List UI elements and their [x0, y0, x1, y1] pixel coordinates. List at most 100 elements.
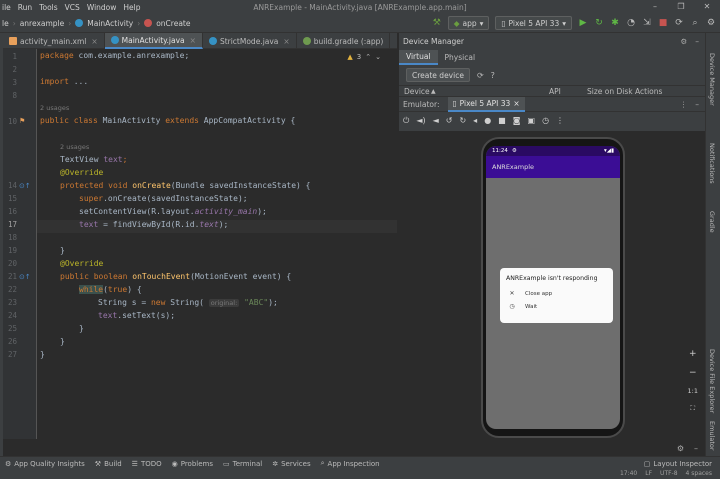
android-component-icon[interactable]: ⚑ — [19, 117, 25, 125]
indent-setting[interactable]: 4 spaces — [686, 470, 712, 477]
more-icon[interactable]: ⋮ — [680, 100, 688, 109]
minimize-panel-icon[interactable]: – — [695, 37, 699, 46]
column-api[interactable]: API — [549, 87, 561, 96]
menu-run[interactable]: Run — [18, 3, 32, 12]
run-icon[interactable]: ▶ — [578, 18, 588, 28]
minimize-panel-icon[interactable]: – — [695, 100, 699, 109]
inspection-widget[interactable]: ▲ 3 ⌃ ⌄ — [347, 53, 381, 61]
override-gutter-icon[interactable]: ⊙↑ — [19, 182, 31, 190]
volume-down-icon[interactable]: ◄ — [433, 116, 439, 125]
breadcrumb-item-module[interactable]: le — [2, 19, 9, 28]
android-icon: ◆ — [453, 18, 460, 28]
close-icon[interactable]: ✕ — [694, 0, 720, 14]
zoom-out-icon[interactable]: − — [689, 368, 697, 378]
settings-icon[interactable]: ⚙ — [706, 18, 716, 28]
camera-icon[interactable]: ◙ — [513, 116, 521, 125]
phone-screen[interactable]: 11:24 ⚙ ▾◢▮ ANRExample ANRExample isn't … — [486, 146, 620, 429]
home-icon[interactable]: ● — [484, 116, 491, 125]
settings-icon[interactable]: ⚙ — [681, 37, 688, 46]
menu-file[interactable]: ile — [2, 3, 11, 12]
power-icon[interactable]: ⏻ — [403, 116, 409, 126]
tool-build[interactable]: ⚒ Build — [90, 460, 127, 468]
back-icon[interactable]: ◂ — [473, 116, 477, 125]
device-manager-tool[interactable]: Device Manager — [708, 53, 716, 106]
minimize-icon[interactable]: – — [642, 0, 668, 14]
breadcrumb-item-class[interactable]: MainActivity — [87, 19, 133, 28]
settings-icon[interactable]: ⚙ — [677, 444, 684, 453]
close-icon: ✕ — [509, 290, 515, 297]
tab-build-gradle[interactable]: build.gradle (:app) — [297, 33, 391, 49]
debug-icon[interactable]: ✱ — [610, 18, 620, 28]
tab-strict-mode[interactable]: StrictMode.java × — [203, 33, 297, 49]
close-icon[interactable]: × — [91, 37, 97, 46]
wait-option[interactable]: ◷ Wait — [500, 300, 613, 313]
tool-layout-inspector[interactable]: ▢ Layout Inspector — [644, 460, 712, 468]
line-separator[interactable]: LF — [645, 470, 652, 477]
more-icon[interactable]: ⋮ — [556, 116, 564, 125]
minimize-panel-icon[interactable]: – — [694, 444, 698, 453]
menu-bar: ile Run Tools VCS Window Help — [0, 3, 141, 12]
zoom-in-icon[interactable]: + — [689, 349, 697, 359]
apply-changes-icon[interactable]: ↻ — [594, 18, 604, 28]
gradle-tool[interactable]: Gradle — [708, 211, 716, 233]
close-app-option[interactable]: ✕ Close app — [500, 287, 613, 300]
close-icon[interactable]: × — [190, 36, 196, 45]
menu-help[interactable]: Help — [123, 3, 140, 12]
tool-problems[interactable]: ◉ Problems — [167, 460, 218, 468]
editor-tabs: activity_main.xml × MainActivity.java × … — [3, 33, 397, 49]
column-device[interactable]: Device — [404, 87, 430, 96]
overview-icon[interactable]: ■ — [498, 116, 506, 125]
tool-terminal[interactable]: ▭ Terminal — [218, 460, 267, 468]
chevron-down-icon[interactable]: ⌄ — [375, 53, 381, 61]
tab-activity-main-xml[interactable]: activity_main.xml × — [3, 33, 105, 49]
tab-main-activity[interactable]: MainActivity.java × — [104, 33, 203, 49]
stop-icon[interactable]: ■ — [658, 18, 668, 28]
chevron-down-icon: ▾ — [562, 18, 566, 28]
tool-services[interactable]: ✲ Services — [267, 460, 315, 468]
fit-screen-icon[interactable]: ⛶ — [690, 404, 695, 413]
breadcrumb-item-package[interactable]: anrexample — [20, 19, 65, 28]
tool-app-inspection[interactable]: ⌕ App Inspection — [316, 459, 385, 468]
volume-up-icon[interactable]: ◄) — [416, 116, 425, 125]
breadcrumb-item-method[interactable]: onCreate — [156, 19, 190, 28]
chevron-up-icon[interactable]: ⌃ — [365, 53, 371, 61]
hammer-icon[interactable]: ⚒ — [432, 18, 442, 28]
zoom-actual-size-button[interactable]: 1:1 — [688, 387, 698, 395]
tool-app-quality-insights[interactable]: ⚙ App Quality Insights — [0, 460, 90, 468]
menu-tools[interactable]: Tools — [39, 3, 57, 12]
search-icon[interactable]: ⌕ — [690, 18, 700, 28]
tab-physical[interactable]: Physical — [438, 50, 483, 65]
menu-window[interactable]: Window — [87, 3, 117, 12]
column-size[interactable]: Size on Disk — [587, 87, 633, 96]
override-gutter-icon[interactable]: ⊙↑ — [19, 273, 31, 281]
restore-icon[interactable]: ❐ — [668, 0, 694, 14]
sync-icon[interactable]: ⟳ — [674, 18, 684, 28]
device-file-explorer-tool[interactable]: Device File Explorer — [708, 349, 716, 413]
rotate-left-icon[interactable]: ↺ — [446, 116, 453, 125]
refresh-icon[interactable]: ⟳ — [477, 71, 484, 80]
device-select[interactable]: ▯ Pixel 5 API 33 ▾ — [495, 16, 572, 30]
close-icon[interactable]: × — [283, 37, 289, 46]
file-encoding[interactable]: UTF-8 — [660, 470, 678, 477]
code-editor[interactable]: 1 2 3 8 10 14 15 16 17 18 19 20 21 22 23… — [3, 49, 397, 439]
rotate-right-icon[interactable]: ↻ — [459, 116, 466, 125]
record-icon[interactable]: ▣ — [528, 116, 536, 125]
tool-todo[interactable]: ☰ TODO — [127, 460, 167, 468]
snapshot-icon[interactable]: ◷ — [542, 116, 549, 125]
create-device-button[interactable]: Create device — [406, 68, 470, 82]
caret-position[interactable]: 17:40 — [620, 470, 637, 477]
profile-icon[interactable]: ◔ — [626, 18, 636, 28]
column-actions[interactable]: Actions — [635, 87, 662, 96]
emulator-tab[interactable]: ▯ Pixel 5 API 33 × — [447, 96, 525, 112]
emulator-tool[interactable]: Emulator — [708, 421, 716, 451]
usages-hint[interactable]: 2 usages — [60, 143, 89, 151]
run-config-select[interactable]: ◆ app ▾ — [447, 16, 490, 30]
emulator-display-area: 11:24 ⚙ ▾◢▮ ANRExample ANRExample isn't … — [399, 131, 706, 456]
attach-debugger-icon[interactable]: ⇲ — [642, 18, 652, 28]
notifications-tool[interactable]: Notifications — [708, 143, 716, 184]
menu-vcs[interactable]: VCS — [65, 3, 80, 12]
usages-hint[interactable]: 2 usages — [40, 104, 69, 112]
tab-virtual[interactable]: Virtual — [399, 50, 438, 65]
close-icon[interactable]: × — [513, 99, 519, 108]
help-icon[interactable]: ? — [491, 71, 495, 80]
